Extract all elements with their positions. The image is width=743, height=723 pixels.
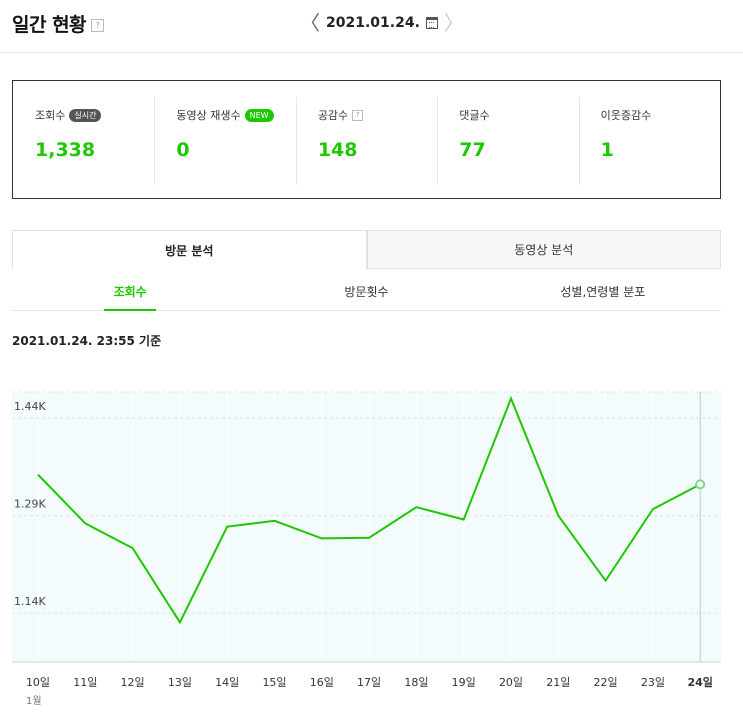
- stats-panel: 조회수 실시간 1,338 동영상 재생수 NEW 0 공감수? 148 댓글수 7…: [12, 80, 721, 199]
- chevron-left-icon[interactable]: 〈: [300, 13, 320, 33]
- data-point: [695, 479, 706, 490]
- x-tick-label: 16일: [310, 675, 334, 689]
- y-tick-label: 1.29K: [14, 498, 46, 511]
- x-tick-label: 18일: [404, 675, 428, 689]
- y-tick-label: 1.44K: [14, 400, 46, 413]
- new-badge: NEW: [244, 108, 274, 122]
- subtab-views[interactable]: 조회수: [12, 278, 248, 311]
- stat-label: 공감수: [317, 109, 349, 122]
- stat-label: 댓글수: [459, 109, 490, 122]
- month-label: 1월: [26, 695, 42, 707]
- y-tick-label: 1.14K: [14, 595, 46, 608]
- stat-neighbors: 이웃증감수 1: [578, 81, 720, 198]
- stat-value: 1,338: [35, 139, 96, 161]
- current-date: 2021.01.24.: [326, 15, 420, 31]
- subtab-visit-count[interactable]: 방문횟수: [248, 278, 484, 310]
- stat-value: 1: [600, 139, 614, 161]
- x-tick-label: 11일: [73, 675, 97, 689]
- x-tick-label: 10일: [26, 675, 50, 689]
- page-title: 일간 현황?: [12, 10, 105, 37]
- x-tick-label: 14일: [215, 675, 239, 689]
- x-tick-label: 12일: [121, 675, 145, 689]
- tab-visit-analysis[interactable]: 방문 분석: [12, 230, 367, 269]
- stat-value: 0: [176, 139, 190, 161]
- as-of-timestamp: 2021.01.24. 23:55 기준: [12, 334, 162, 348]
- plot-area: [12, 392, 721, 662]
- views-line-chart: 1.14K 1.29K 1.44K 10일 11일 12일 13일 14일 15일 16일 17일 1…: [12, 391, 721, 707]
- x-tick-label: 23일: [641, 675, 665, 689]
- x-tick-label: 20일: [499, 675, 523, 689]
- stat-likes: 공감수? 148: [295, 81, 437, 198]
- stat-value: 77: [459, 139, 486, 161]
- realtime-badge: 실시간: [69, 108, 102, 122]
- x-tick-label: 17일: [357, 675, 381, 689]
- x-tick-label: 15일: [262, 675, 286, 689]
- stat-comments: 댓글수 77: [437, 81, 578, 198]
- calendar-icon[interactable]: [425, 17, 438, 29]
- x-tick-label: 22일: [594, 675, 618, 689]
- header-divider: [0, 52, 743, 53]
- date-navigator: 〈 2021.01.24. 〉: [300, 12, 464, 34]
- x-tick-label: 13일: [168, 675, 192, 689]
- sub-tabs: 조회수 방문횟수 성별,연령별 분포: [12, 278, 721, 311]
- stat-label: 이웃증감수: [600, 109, 652, 122]
- stat-label: 동영상 재생수: [176, 109, 241, 122]
- help-icon[interactable]: ?: [91, 19, 105, 32]
- stat-video-plays: 동영상 재생수 NEW 0: [154, 81, 295, 198]
- stat-value: 148: [317, 139, 358, 161]
- stat-views: 조회수 실시간 1,338: [13, 81, 154, 198]
- help-icon[interactable]: ?: [352, 109, 364, 121]
- x-tick-label: 21일: [546, 675, 570, 689]
- x-tick-label: 19일: [452, 675, 476, 689]
- main-tabs: 방문 분석 동영상 분석: [12, 230, 721, 269]
- chevron-right-icon[interactable]: 〉: [444, 13, 464, 33]
- subtab-gender-age[interactable]: 성별,연령별 분포: [485, 278, 721, 310]
- stat-label: 조회수: [35, 109, 66, 122]
- tab-video-analysis[interactable]: 동영상 분석: [366, 230, 721, 269]
- x-tick-label: 24일: [687, 675, 712, 689]
